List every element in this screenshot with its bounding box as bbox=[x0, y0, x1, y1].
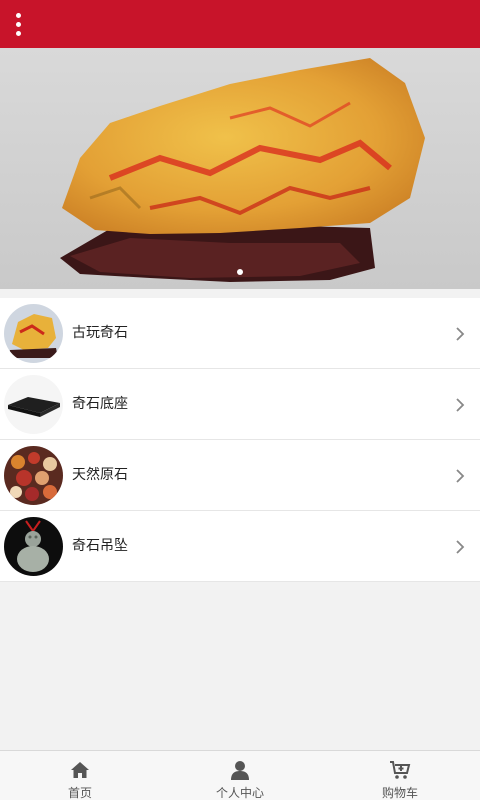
dot-icon bbox=[15, 21, 21, 27]
natural-stone-thumbnail bbox=[4, 446, 63, 505]
chevron-right-icon bbox=[456, 469, 465, 483]
cart-icon bbox=[390, 761, 411, 779]
list-item-label: 奇石底座 bbox=[72, 396, 128, 412]
stone-pendant-thumbnail bbox=[4, 517, 63, 576]
list-item-natural-stones[interactable]: 天然原石 bbox=[0, 440, 480, 511]
top-header bbox=[0, 0, 480, 48]
banner-image bbox=[0, 48, 480, 289]
more-menu-button[interactable] bbox=[8, 8, 28, 40]
list-item-label: 奇石吊坠 bbox=[72, 538, 128, 554]
list-item-antique-stones[interactable]: 古玩奇石 bbox=[0, 298, 480, 369]
home-icon bbox=[71, 762, 89, 778]
tab-label: 首页 bbox=[67, 786, 92, 800]
banner-carousel[interactable] bbox=[0, 48, 480, 289]
chevron-right-icon bbox=[456, 540, 465, 554]
list-item-stone-pendants[interactable]: 奇石吊坠 bbox=[0, 511, 480, 582]
tab-label: 购物车 bbox=[381, 786, 418, 800]
list-item-label: 天然原石 bbox=[72, 467, 128, 483]
list-item-label: 古玩奇石 bbox=[72, 325, 128, 341]
chevron-right-icon bbox=[456, 398, 465, 412]
tab-profile[interactable]: 个人中心 bbox=[160, 751, 320, 800]
list-item-stone-stands[interactable]: 奇石底座 bbox=[0, 369, 480, 440]
tab-label: 个人中心 bbox=[215, 786, 264, 800]
tab-home[interactable]: 首页 bbox=[0, 751, 160, 800]
carousel-indicator bbox=[0, 269, 480, 275]
antique-stone-thumbnail bbox=[4, 304, 63, 363]
stone-stand-thumbnail bbox=[4, 375, 63, 434]
carousel-dot-active[interactable] bbox=[237, 269, 243, 275]
dot-icon bbox=[15, 30, 21, 36]
dot-icon bbox=[15, 12, 21, 18]
user-icon bbox=[231, 761, 249, 780]
category-list: 古玩奇石 奇石底座 天然原石 奇石吊坠 bbox=[0, 298, 480, 582]
tab-cart[interactable]: 购物车 bbox=[320, 751, 480, 800]
bottom-tab-bar: 首页 个人中心 购物车 bbox=[0, 750, 480, 800]
chevron-right-icon bbox=[456, 327, 465, 341]
